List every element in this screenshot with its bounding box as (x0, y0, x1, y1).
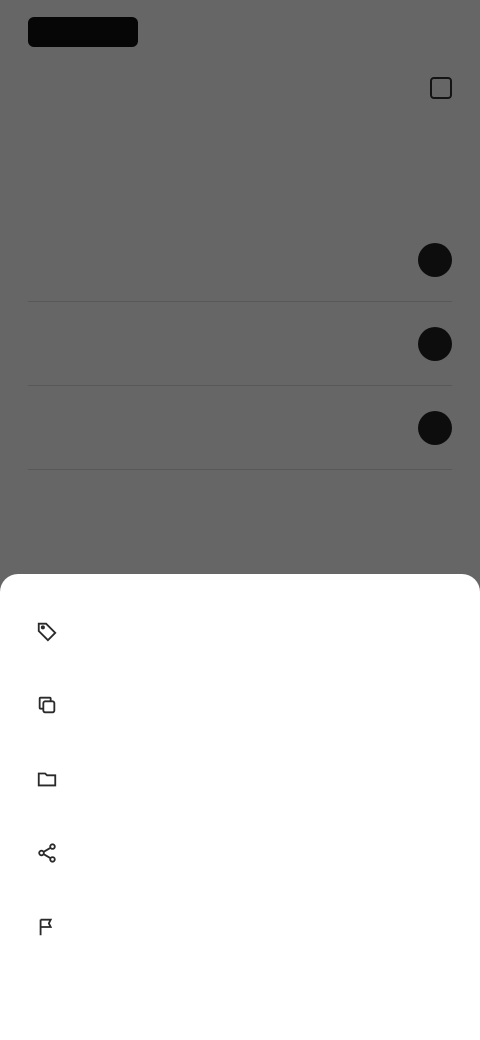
copy-icon (36, 694, 58, 716)
bottom-sheet (0, 574, 480, 1040)
sheet-item-1[interactable] (0, 594, 480, 668)
sheet-item-2[interactable] (0, 668, 480, 742)
tag-icon (36, 620, 58, 642)
sheet-item-4[interactable] (0, 816, 480, 890)
flag-icon (36, 916, 58, 938)
share-icon (36, 842, 58, 864)
sheet-item-5[interactable] (0, 890, 480, 964)
folder-icon (36, 768, 58, 790)
sheet-item-3[interactable] (0, 742, 480, 816)
